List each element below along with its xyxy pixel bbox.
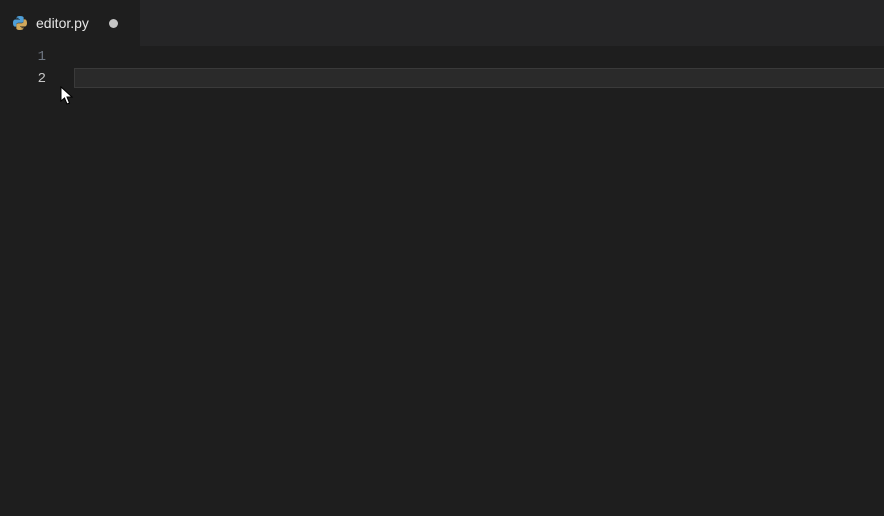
editor-line[interactable]: 1 bbox=[0, 46, 884, 68]
tab-bar: editor.py bbox=[0, 0, 884, 46]
line-content[interactable] bbox=[74, 68, 884, 88]
line-content[interactable] bbox=[64, 46, 884, 68]
tab-editor-py[interactable]: editor.py bbox=[0, 0, 140, 46]
python-icon bbox=[12, 15, 28, 31]
line-number: 2 bbox=[0, 68, 64, 90]
code-editor[interactable]: 1 2 bbox=[0, 46, 884, 516]
tab-label: editor.py bbox=[36, 16, 89, 30]
line-number: 1 bbox=[0, 46, 64, 68]
unsaved-dot-icon[interactable] bbox=[109, 19, 118, 28]
editor-line[interactable]: 2 bbox=[0, 68, 884, 90]
